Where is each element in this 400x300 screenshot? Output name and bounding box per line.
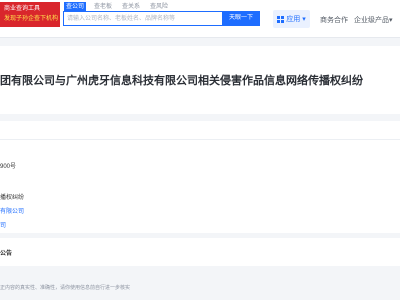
section-title: 公告 [0,251,13,257]
brand-line-1: 商业查询工具 [4,6,41,12]
top-header: 商业查询工具 发现子孙企查下机构 查公司 查老板 查关系 查风险 天眼一下 应用… [0,0,400,38]
brand-line-2: 发现子孙企查下机构 [4,16,59,22]
party-link-1[interactable]: 有限公司 [0,206,24,215]
chevron-down-icon: ▾ [302,16,306,23]
chevron-down-icon: ▾ [389,17,393,24]
app-menu-button[interactable]: 应用 ▾ [273,10,310,28]
page: 商业查询工具 发现子孙企查下机构 查公司 查老板 查关系 查风险 天眼一下 应用… [0,0,400,300]
nav-enterprise-label: 企业级产品 [354,17,389,24]
search-input[interactable] [67,13,217,24]
party-link-2[interactable]: 司 [0,220,6,229]
app-button-label: 应用 [286,16,301,23]
search-box: 天眼一下 [63,11,260,26]
nav-business-cooperation[interactable]: 商务合作 [320,15,348,25]
divider [0,139,400,140]
case-number: 900号 [0,164,17,170]
grid-icon [277,15,285,23]
brand-banner[interactable]: 商业查询工具 发现子孙企查下机构 [0,2,60,27]
page-title: 团有限公司与广州虎牙信息科技有限公司相关侵害作品信息网络传播权纠纷 [0,75,363,87]
disclaimer-text: 正内容的真实性、准确性，请你使用信息前自行进一步核实 [0,285,131,291]
announcement-section: 公告 [0,238,400,266]
case-title-card: 团有限公司与广州虎牙信息科技有限公司相关侵害作品信息网络传播权纠纷 [0,46,400,114]
case-cause: 播权纠纷 [0,195,25,201]
case-detail-card: 900号 播权纠纷 有限公司 司 [0,121,400,233]
nav-enterprise-products[interactable]: 企业级产品▾ [354,15,393,25]
search-button[interactable]: 天眼一下 [222,11,260,26]
